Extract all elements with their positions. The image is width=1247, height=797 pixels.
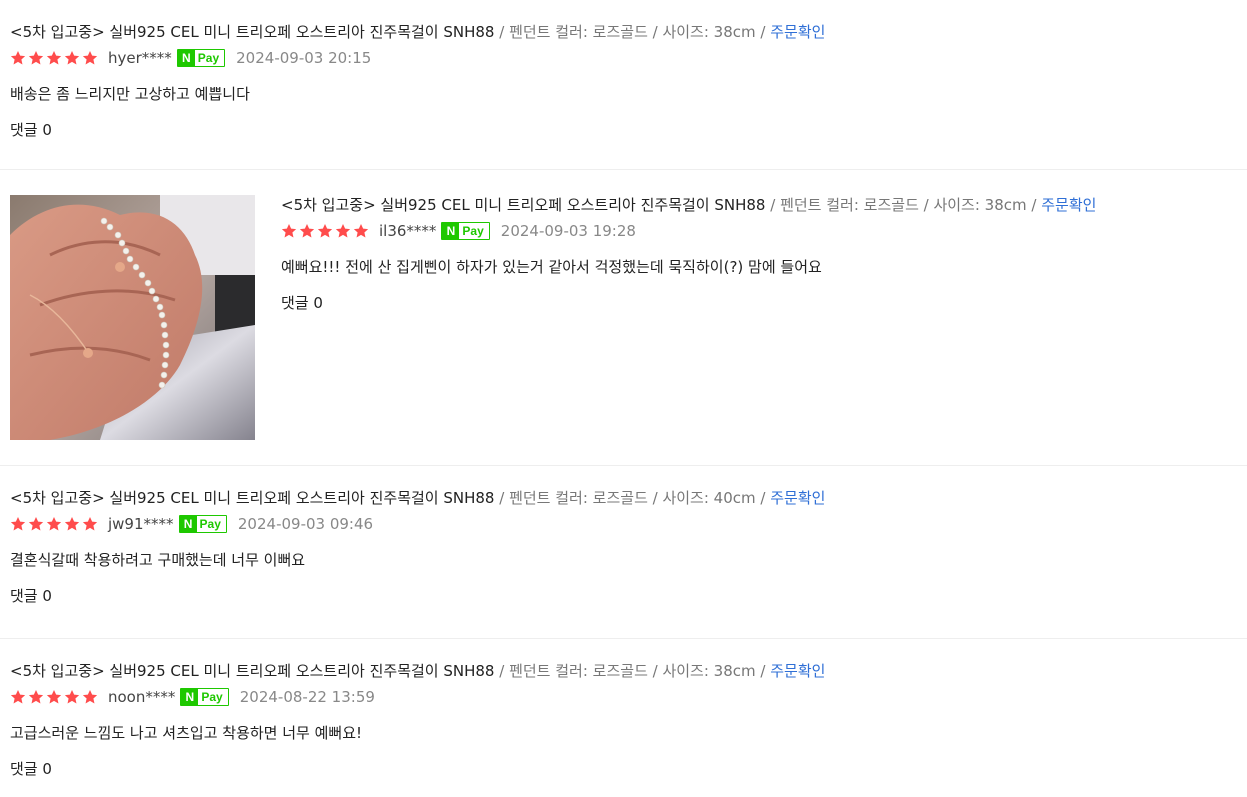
star-icon	[28, 517, 44, 531]
review-date: 2024-08-22 13:59	[239, 688, 375, 706]
review-item: <5차 입고중> 실버925 CEL 미니 트리오페 오스트리아 진주목걸이 S…	[0, 0, 1247, 170]
star-icon	[64, 51, 80, 65]
comment-count-button[interactable]: 댓글 0	[10, 586, 1237, 606]
reviewer-id: jw91****	[108, 515, 174, 533]
npay-n-icon: N	[442, 223, 460, 239]
npay-badge: N Pay	[176, 49, 226, 67]
star-icon	[10, 51, 26, 65]
review-item: <5차 입고중> 실버925 CEL 미니 트리오페 오스트리아 진주목걸이 S…	[0, 170, 1247, 466]
star-icon	[10, 690, 26, 704]
review-text: 예뻐요!!! 전에 산 집게삔이 하자가 있는거 같아서 걱정했는데 묵직하이(…	[281, 258, 822, 276]
review-meta: jw91**** N Pay 2024-09-03 09:46	[10, 514, 1237, 534]
review-date: 2024-09-03 09:46	[237, 515, 374, 533]
star-icon	[317, 224, 333, 238]
star-icon	[28, 51, 44, 65]
star-icon	[28, 690, 44, 704]
reviewer-id: noon****	[108, 688, 176, 706]
reviewer-id: hyer****	[108, 49, 172, 67]
review-date: 2024-09-03 20:15	[236, 49, 372, 67]
product-options: / 펜던트 컬러: 로즈골드 / 사이즈: 38cm /	[494, 662, 771, 680]
npay-badge: N Pay	[178, 515, 227, 533]
review-content: <5차 입고중> 실버925 CEL 미니 트리오페 오스트리아 진주목걸이 S…	[10, 22, 1237, 140]
star-rating	[10, 50, 98, 66]
star-rating	[10, 689, 98, 705]
comment-count-button[interactable]: 댓글 0	[10, 759, 1237, 779]
review-text: 배송은 좀 느리지만 고상하고 예쁩니다	[10, 85, 250, 103]
star-icon	[335, 224, 351, 238]
product-name: <5차 입고중> 실버925 CEL 미니 트리오페 오스트리아 진주목걸이 S…	[10, 489, 495, 507]
review-content: <5차 입고중> 실버925 CEL 미니 트리오페 오스트리아 진주목걸이 S…	[10, 661, 1237, 779]
product-option-line: <5차 입고중> 실버925 CEL 미니 트리오페 오스트리아 진주목걸이 S…	[281, 195, 1237, 215]
product-options: / 펜던트 컬러: 로즈골드 / 사이즈: 38cm /	[765, 196, 1042, 214]
star-icon	[64, 690, 80, 704]
star-icon	[82, 690, 98, 704]
npay-n-icon: N	[179, 516, 197, 532]
review-content: <5차 입고중> 실버925 CEL 미니 트리오페 오스트리아 진주목걸이 S…	[10, 488, 1237, 606]
product-name: <5차 입고중> 실버925 CEL 미니 트리오페 오스트리아 진주목걸이 S…	[10, 662, 495, 680]
review-item: <5차 입고중> 실버925 CEL 미니 트리오페 오스트리아 진주목걸이 S…	[0, 466, 1247, 639]
star-icon	[46, 51, 62, 65]
npay-n-icon: N	[177, 50, 195, 66]
review-meta: noon**** N Pay 2024-08-22 13:59	[10, 687, 1237, 707]
product-option-line: <5차 입고중> 실버925 CEL 미니 트리오페 오스트리아 진주목걸이 S…	[10, 661, 1237, 681]
star-icon	[299, 224, 315, 238]
npay-label: Pay	[199, 517, 221, 531]
review-photo-image	[10, 195, 255, 440]
star-icon	[46, 517, 62, 531]
npay-label: Pay	[197, 51, 220, 65]
product-options: / 펜던트 컬러: 로즈골드 / 사이즈: 38cm /	[494, 23, 771, 41]
star-icon	[46, 690, 62, 704]
star-rating	[281, 223, 369, 239]
order-confirm-link[interactable]: 주문확인	[1041, 196, 1096, 214]
npay-badge: N Pay	[441, 222, 490, 240]
product-name: <5차 입고중> 실버925 CEL 미니 트리오페 오스트리아 진주목걸이 S…	[10, 23, 495, 41]
order-confirm-link[interactable]: 주문확인	[770, 23, 825, 41]
reviewer-id: il36****	[379, 222, 437, 240]
star-icon	[10, 517, 26, 531]
star-rating	[10, 516, 98, 532]
npay-n-icon: N	[181, 689, 199, 705]
product-option-line: <5차 입고중> 실버925 CEL 미니 트리오페 오스트리아 진주목걸이 S…	[10, 488, 1237, 508]
review-content: <5차 입고중> 실버925 CEL 미니 트리오페 오스트리아 진주목걸이 S…	[281, 195, 1237, 313]
star-icon	[281, 224, 297, 238]
product-option-line: <5차 입고중> 실버925 CEL 미니 트리오페 오스트리아 진주목걸이 S…	[10, 22, 1237, 42]
star-icon	[82, 51, 98, 65]
comment-count-button[interactable]: 댓글 0	[281, 293, 1237, 313]
order-confirm-link[interactable]: 주문확인	[770, 489, 825, 507]
star-icon	[64, 517, 80, 531]
review-meta: hyer**** N Pay 2024-09-03 20:15	[10, 48, 1237, 68]
star-icon	[353, 224, 369, 238]
review-item: <5차 입고중> 실버925 CEL 미니 트리오페 오스트리아 진주목걸이 S…	[0, 639, 1247, 797]
review-photo[interactable]	[10, 195, 255, 440]
npay-label: Pay	[462, 224, 484, 238]
npay-badge: N Pay	[180, 688, 229, 706]
npay-label: Pay	[201, 690, 223, 704]
product-name: <5차 입고중> 실버925 CEL 미니 트리오페 오스트리아 진주목걸이 S…	[281, 196, 766, 214]
review-date: 2024-09-03 19:28	[500, 222, 636, 240]
star-icon	[82, 517, 98, 531]
review-meta: il36**** N Pay 2024-09-03 19:28	[281, 221, 1237, 241]
review-text: 결혼식갈때 착용하려고 구매했는데 너무 이뻐요	[10, 551, 306, 569]
order-confirm-link[interactable]: 주문확인	[770, 662, 825, 680]
review-text: 고급스러운 느낌도 나고 셔츠입고 착용하면 너무 예뻐요!	[10, 724, 363, 742]
comment-count-button[interactable]: 댓글 0	[10, 120, 1237, 140]
product-options: / 펜던트 컬러: 로즈골드 / 사이즈: 40cm /	[494, 489, 771, 507]
